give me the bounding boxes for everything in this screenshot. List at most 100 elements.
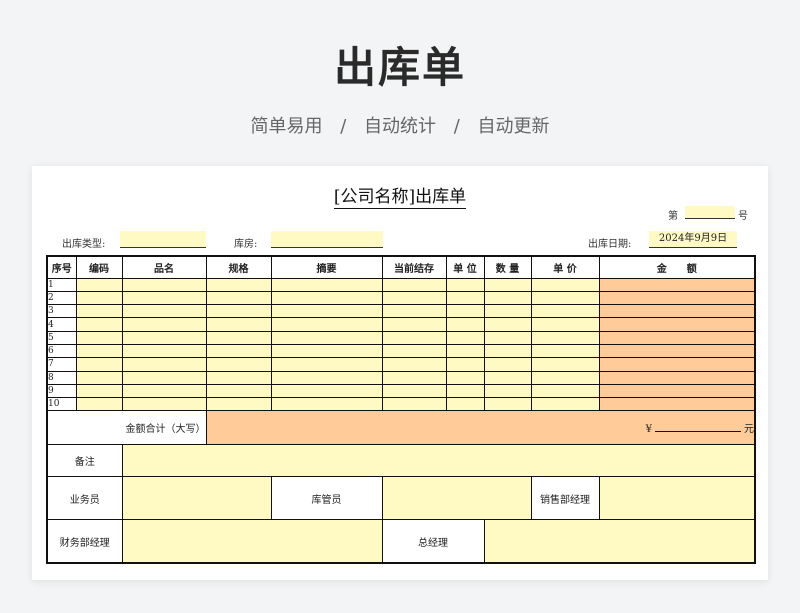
unit-cell[interactable]: [445, 290, 485, 306]
name-cell[interactable]: [121, 343, 207, 359]
balance-cell[interactable]: [381, 304, 447, 319]
summary-cell[interactable]: [270, 317, 383, 332]
keeper-input[interactable]: [381, 476, 532, 521]
balance-cell[interactable]: [381, 357, 447, 372]
amount-cell: [598, 330, 756, 345]
price-cell[interactable]: [530, 277, 600, 292]
qty-cell[interactable]: [483, 357, 532, 372]
balance-cell[interactable]: [381, 330, 447, 345]
spec-cell[interactable]: [205, 370, 272, 385]
qty-cell[interactable]: [483, 397, 532, 412]
code-cell[interactable]: [75, 397, 123, 412]
price-cell[interactable]: [530, 330, 600, 345]
type-label: 出库类型:: [62, 239, 106, 250]
amount-cell: [598, 290, 756, 306]
price-cell[interactable]: [530, 397, 600, 412]
summary-cell[interactable]: [270, 343, 383, 359]
spec-cell[interactable]: [205, 317, 272, 332]
summary-cell[interactable]: [270, 397, 383, 412]
price-cell[interactable]: [530, 304, 600, 319]
qty-cell[interactable]: [483, 383, 532, 399]
price-cell[interactable]: [530, 383, 600, 399]
qty-cell[interactable]: [483, 290, 532, 306]
code-cell[interactable]: [75, 304, 123, 319]
general-manager-input[interactable]: [483, 519, 756, 564]
spec-cell[interactable]: [205, 290, 272, 306]
unit-cell[interactable]: [445, 370, 485, 385]
balance-cell[interactable]: [381, 370, 447, 385]
summary-cell[interactable]: [270, 277, 383, 292]
spec-cell[interactable]: [205, 277, 272, 292]
name-cell[interactable]: [121, 383, 207, 399]
spec-cell[interactable]: [205, 397, 272, 412]
code-cell[interactable]: [75, 343, 123, 359]
unit-cell[interactable]: [445, 397, 485, 412]
price-cell[interactable]: [530, 343, 600, 359]
code-cell[interactable]: [75, 290, 123, 306]
qty-cell[interactable]: [483, 330, 532, 345]
summary-cell[interactable]: [270, 357, 383, 372]
code-cell[interactable]: [75, 277, 123, 292]
name-cell[interactable]: [121, 330, 207, 345]
unit-cell[interactable]: [445, 317, 485, 332]
summary-cell[interactable]: [270, 304, 383, 319]
name-cell[interactable]: [121, 304, 207, 319]
unit-cell[interactable]: [445, 357, 485, 372]
number-prefix: 第: [668, 211, 678, 222]
unit-cell[interactable]: [445, 383, 485, 399]
balance-cell[interactable]: [381, 277, 447, 292]
finance-manager-input[interactable]: [121, 519, 383, 564]
number-input[interactable]: [685, 206, 735, 219]
code-cell[interactable]: [75, 383, 123, 399]
balance-cell[interactable]: [381, 343, 447, 359]
balance-cell[interactable]: [381, 397, 447, 412]
amount-cell: [598, 397, 756, 412]
col-spec: 规格: [205, 255, 272, 279]
spec-cell[interactable]: [205, 343, 272, 359]
name-cell[interactable]: [121, 357, 207, 372]
table-row: 7: [46, 357, 756, 372]
unit-cell[interactable]: [445, 304, 485, 319]
code-cell[interactable]: [75, 330, 123, 345]
name-cell[interactable]: [121, 290, 207, 306]
balance-cell[interactable]: [381, 317, 447, 332]
total-amount-cell[interactable]: ¥ 元: [205, 410, 756, 446]
balance-cell[interactable]: [381, 290, 447, 306]
unit-cell[interactable]: [445, 330, 485, 345]
qty-cell[interactable]: [483, 317, 532, 332]
type-input[interactable]: [120, 231, 206, 248]
price-cell[interactable]: [530, 317, 600, 332]
table-row: 4: [46, 317, 756, 332]
unit-cell[interactable]: [445, 277, 485, 292]
qty-cell[interactable]: [483, 343, 532, 359]
unit-cell[interactable]: [445, 343, 485, 359]
summary-cell[interactable]: [270, 330, 383, 345]
name-cell[interactable]: [121, 277, 207, 292]
price-cell[interactable]: [530, 370, 600, 385]
spec-cell[interactable]: [205, 357, 272, 372]
spec-cell[interactable]: [205, 330, 272, 345]
qty-cell[interactable]: [483, 277, 532, 292]
date-input[interactable]: 2024年9月9日: [649, 231, 737, 248]
salesperson-input[interactable]: [121, 476, 272, 521]
code-cell[interactable]: [75, 357, 123, 372]
spec-cell[interactable]: [205, 383, 272, 399]
price-cell[interactable]: [530, 357, 600, 372]
code-cell[interactable]: [75, 317, 123, 332]
qty-cell[interactable]: [483, 304, 532, 319]
sales-manager-input[interactable]: [598, 476, 756, 521]
warehouse-input[interactable]: [271, 231, 383, 248]
amount-cell: [598, 277, 756, 292]
summary-cell[interactable]: [270, 370, 383, 385]
summary-cell[interactable]: [270, 383, 383, 399]
price-cell[interactable]: [530, 290, 600, 306]
qty-cell[interactable]: [483, 370, 532, 385]
spec-cell[interactable]: [205, 304, 272, 319]
name-cell[interactable]: [121, 317, 207, 332]
name-cell[interactable]: [121, 370, 207, 385]
code-cell[interactable]: [75, 370, 123, 385]
remarks-input[interactable]: [121, 444, 756, 478]
name-cell[interactable]: [121, 397, 207, 412]
summary-cell[interactable]: [270, 290, 383, 306]
balance-cell[interactable]: [381, 383, 447, 399]
